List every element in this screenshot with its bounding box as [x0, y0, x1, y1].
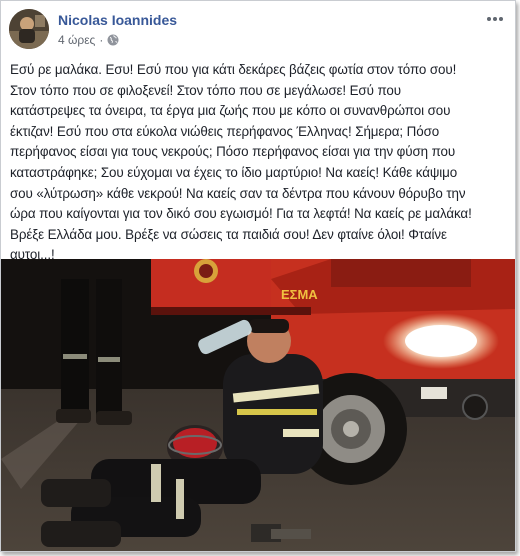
avatar-image — [9, 9, 49, 49]
post-timestamp[interactable]: 4 ώρες — [58, 33, 95, 47]
truck-label: ΕΣΜΑ — [281, 287, 318, 302]
author-avatar[interactable] — [9, 9, 49, 49]
meta-separator: · — [99, 33, 104, 47]
globe-icon[interactable] — [107, 34, 119, 46]
post-photo[interactable]: ΕΣΜΑ — [1, 259, 515, 551]
firefighter-photo: ΕΣΜΑ — [1, 259, 515, 551]
author-name[interactable]: Nicolas Ioannides — [58, 12, 177, 28]
ellipsis-icon[interactable] — [483, 9, 507, 29]
facebook-post: Nicolas Ioannides 4 ώρες · Εσύ ρε μαλάκα… — [0, 0, 516, 552]
post-body-text: Εσύ ρε μαλάκα. Εσυ! Εσύ που για κάτι δεκ… — [10, 62, 472, 263]
post-header: Nicolas Ioannides 4 ώρες · — [1, 1, 515, 53]
post-meta: 4 ώρες · — [58, 33, 119, 47]
